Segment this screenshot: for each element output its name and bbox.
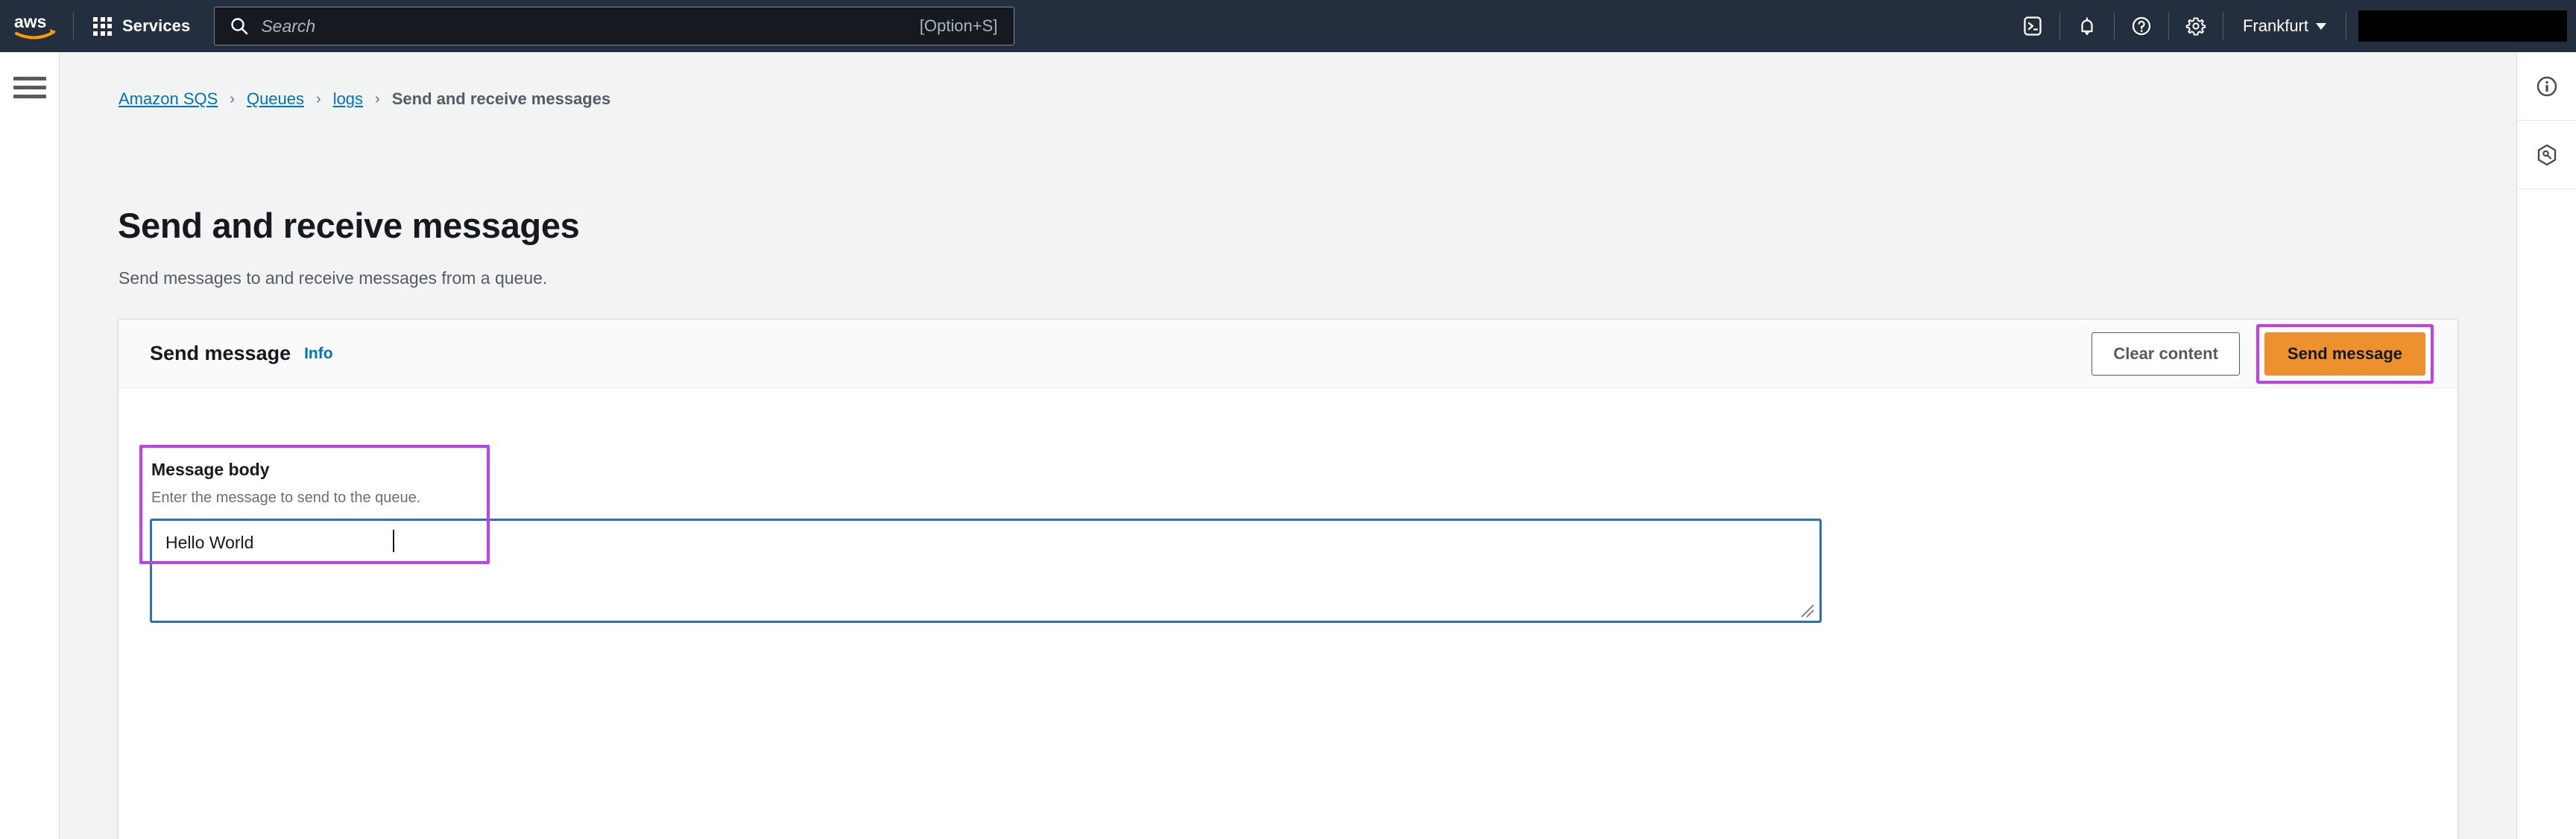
breadcrumb-separator-icon: ›: [316, 90, 321, 107]
settings-gear-icon: [2185, 17, 2206, 36]
search-shortcut-hint: [Option+S]: [919, 16, 998, 35]
send-message-panel-body: Message body Enter the message to send t…: [119, 388, 2457, 839]
shortcuts-hexagon-icon: [2537, 144, 2556, 165]
notifications-bell-icon: [2081, 17, 2093, 36]
services-menu-label: Services: [122, 16, 191, 35]
shortcuts-button[interactable]: [2517, 121, 2576, 189]
top-navigation-bar: aws Services [Option+S]: [0, 0, 2576, 52]
send-message-button-highlight: Send message: [2255, 323, 2434, 384]
region-label: Frankfurt: [2242, 16, 2308, 35]
region-selector[interactable]: Frankfurt: [2223, 0, 2346, 52]
breadcrumb-item-logs[interactable]: logs: [333, 89, 363, 109]
info-panel-icon: [2536, 76, 2557, 96]
send-message-panel: Send message Info Clear content Send mes…: [118, 319, 2458, 839]
help-question-icon: [2132, 16, 2151, 36]
chevron-down-icon: [2316, 22, 2326, 30]
notifications-button[interactable]: [2060, 0, 2114, 52]
cloudshell-icon: [2024, 16, 2042, 36]
sidebar-toggle-button[interactable]: [13, 73, 46, 101]
help-button[interactable]: [2115, 0, 2168, 52]
send-message-button[interactable]: Send message: [2264, 332, 2425, 376]
page-subtitle: Send messages to and receive messages fr…: [119, 268, 548, 288]
page-title: Send and receive messages: [118, 206, 580, 245]
breadcrumb-separator-icon: ›: [230, 90, 235, 107]
account-menu-redacted[interactable]: [2358, 10, 2567, 42]
message-body-label: Message body: [151, 460, 270, 479]
main-content: Amazon SQS › Queues › logs › Send and re…: [60, 52, 2516, 839]
cloudshell-button[interactable]: [2006, 0, 2059, 52]
info-panel-button[interactable]: [2517, 52, 2576, 121]
message-body-hint: Enter the message to send to the queue.: [151, 490, 421, 506]
left-rail: [0, 52, 60, 839]
breadcrumb-item-amazon-sqs[interactable]: Amazon SQS: [119, 89, 218, 109]
nav-right-cluster: Frankfurt: [2006, 0, 2576, 52]
send-message-panel-header: Send message Info Clear content Send mes…: [119, 320, 2457, 388]
right-rail: [2516, 52, 2576, 839]
breadcrumb-item-queues[interactable]: Queues: [247, 89, 304, 109]
clear-content-button[interactable]: Clear content: [2092, 332, 2240, 376]
send-message-info-link[interactable]: Info: [304, 345, 332, 363]
text-cursor: [393, 530, 394, 552]
breadcrumb-separator-icon: ›: [375, 90, 380, 107]
global-search-box[interactable]: [Option+S]: [214, 7, 1015, 45]
aws-logo[interactable]: aws: [0, 0, 73, 52]
search-input[interactable]: [261, 16, 920, 37]
svg-text:aws: aws: [14, 12, 46, 31]
search-icon: [231, 18, 248, 35]
message-body-input[interactable]: [150, 519, 1822, 623]
send-message-panel-title: Send message: [150, 342, 291, 364]
services-menu-button[interactable]: Services: [74, 0, 206, 52]
settings-button[interactable]: [2169, 0, 2223, 52]
breadcrumb-item-current: Send and receive messages: [391, 89, 611, 108]
grid-icon: [93, 16, 112, 36]
breadcrumb: Amazon SQS › Queues › logs › Send and re…: [119, 89, 610, 109]
